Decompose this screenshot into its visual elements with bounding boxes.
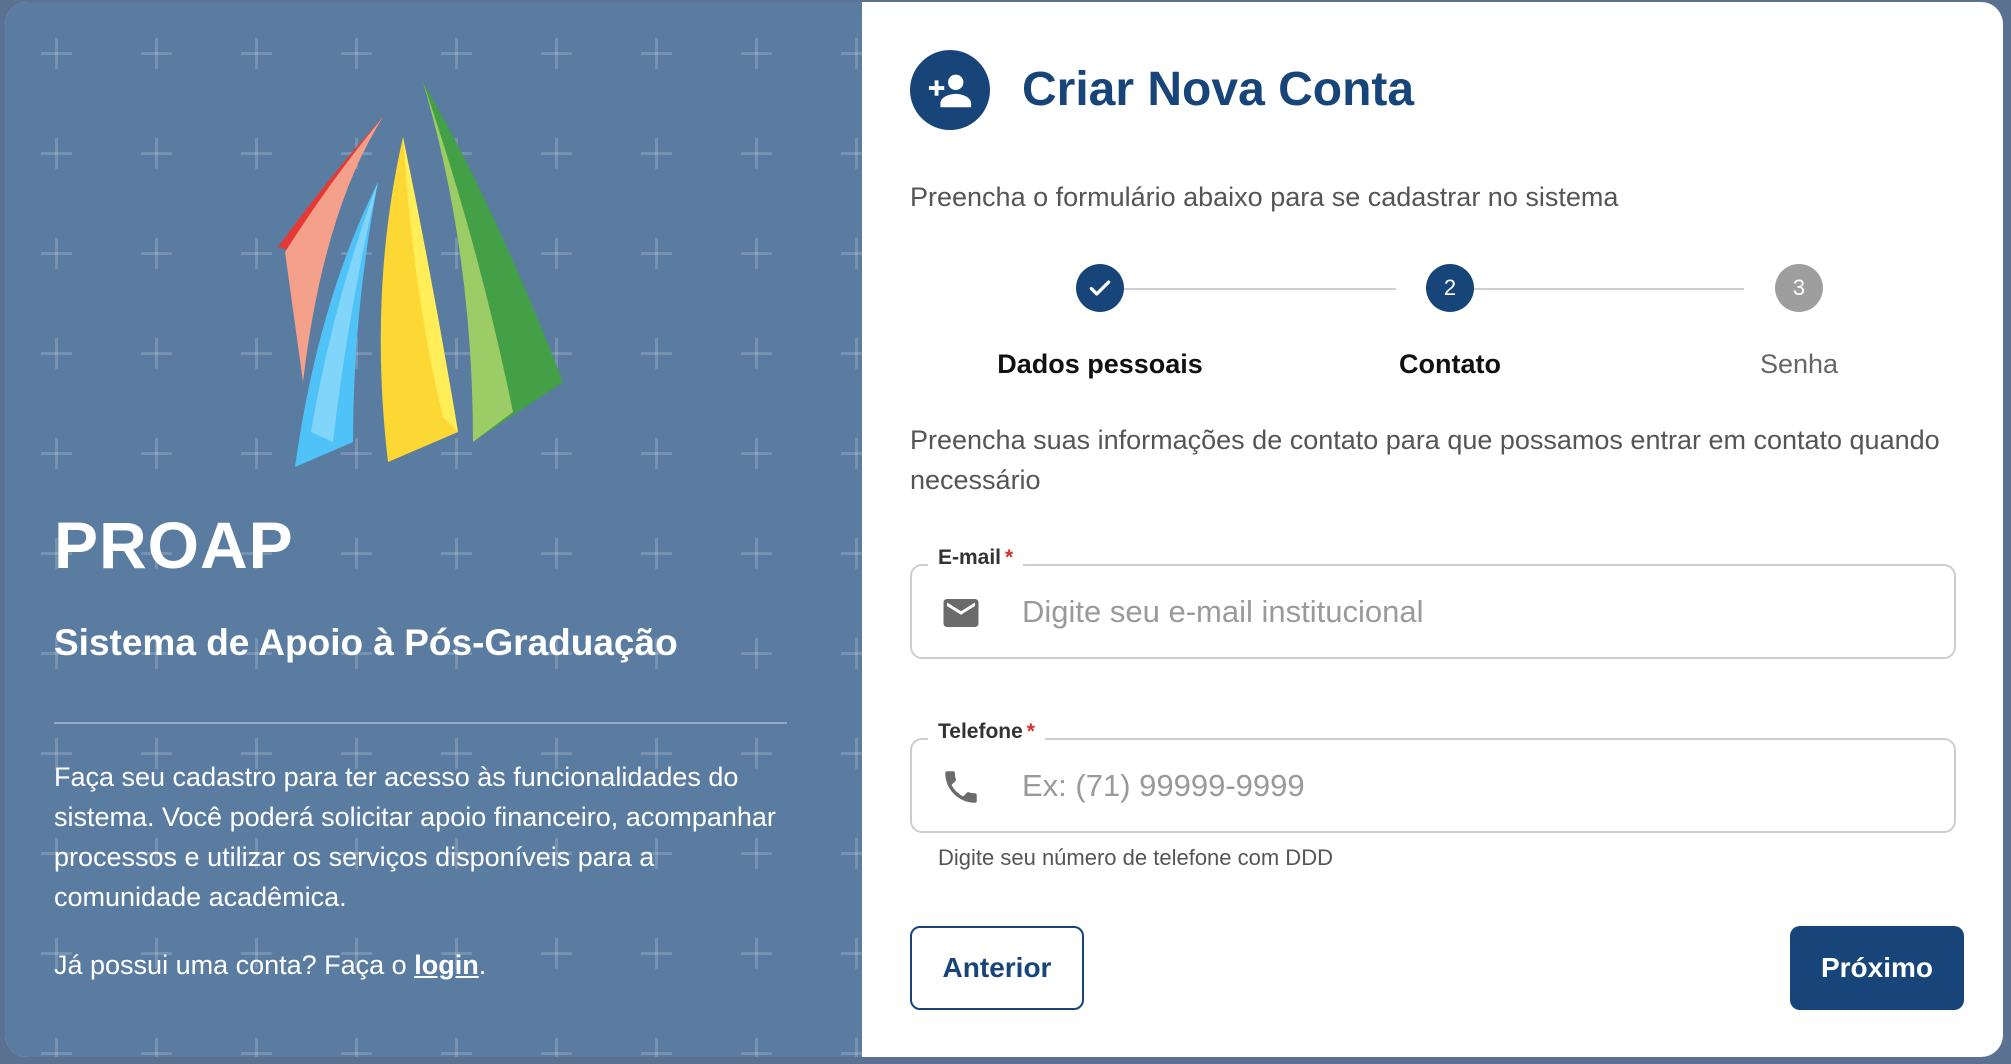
contact-description: Preencha suas informações de contato par…	[910, 425, 1940, 495]
step-2-indicator: 2	[1426, 264, 1474, 312]
brand-subtitle: Sistema de Apoio à Pós-Graduação	[54, 622, 678, 663]
step-label-senha: Senha	[1759, 349, 1839, 379]
email-label: E-mail *	[928, 546, 1024, 570]
form-panel: Criar Nova Conta Preencha o formulário a…	[862, 2, 2003, 1057]
step-connector-1	[1124, 288, 1396, 290]
brand-panel: PROAP Sistema de Apoio à Pós-Graduação F…	[5, 2, 862, 1057]
phone-input[interactable]	[1022, 740, 1934, 831]
email-icon	[943, 599, 979, 627]
login-prompt: Já possui uma conta? Faça o login.	[54, 950, 486, 981]
phone-label-text: Telefone	[938, 720, 1023, 743]
brand-title: PROAP	[54, 508, 294, 582]
brand-divider	[54, 722, 787, 724]
form-description: Preencha o formulário abaixo para se cad…	[910, 182, 1619, 212]
login-prompt-suffix: .	[478, 950, 487, 980]
required-marker: *	[1005, 546, 1014, 569]
step-connector-2	[1474, 288, 1744, 290]
stepper: 2 3 Dados pessoais Contato Senha	[910, 264, 2003, 384]
add-user-icon	[910, 50, 990, 130]
login-prompt-text: Já possui uma conta? Faça o	[54, 950, 415, 980]
step-3-indicator: 3	[1775, 264, 1823, 312]
step-label-dados-pessoais: Dados pessoais	[997, 349, 1203, 379]
next-button[interactable]: Próximo	[1790, 926, 1964, 1010]
email-label-text: E-mail	[938, 546, 1002, 569]
form-title: Criar Nova Conta	[1022, 63, 1415, 116]
email-input[interactable]	[1022, 566, 1934, 657]
brand-description: Faça seu cadastro para ter acesso às fun…	[54, 762, 776, 912]
phone-icon	[945, 771, 977, 803]
step-1-check-icon	[1076, 264, 1124, 312]
login-link[interactable]: login	[414, 950, 478, 980]
signup-card: PROAP Sistema de Apoio à Pós-Graduação F…	[5, 2, 2003, 1057]
phone-field: Telefone *	[910, 720, 1956, 833]
email-field: E-mail *	[910, 546, 1956, 659]
proap-logo-icon	[278, 82, 563, 467]
phone-helper-text: Digite seu número de telefone com DDD	[938, 845, 1333, 870]
previous-button[interactable]: Anterior	[910, 926, 1084, 1010]
step-label-contato: Contato	[1399, 349, 1501, 379]
